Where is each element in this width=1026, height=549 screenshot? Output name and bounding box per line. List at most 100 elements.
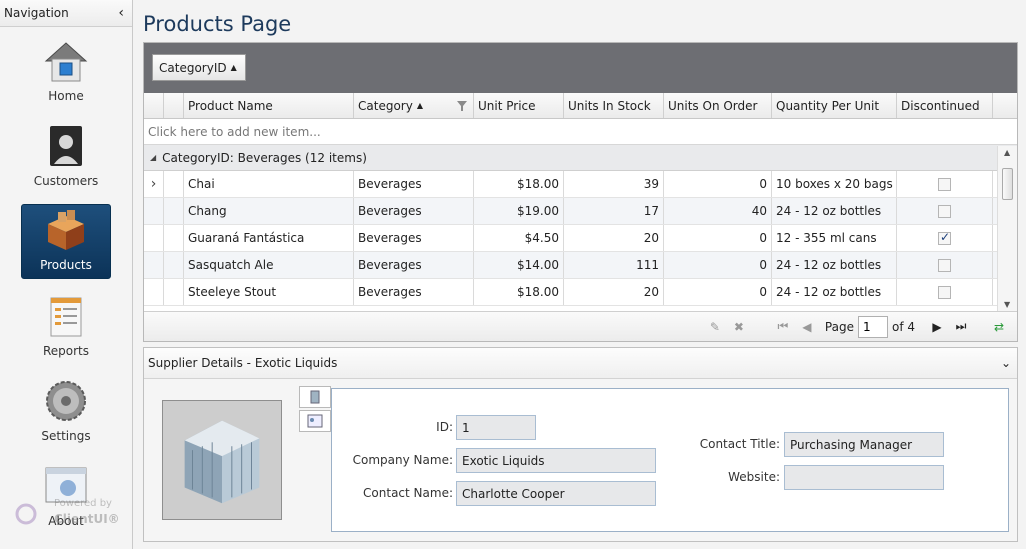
- cell-unit-price[interactable]: $19.00: [474, 198, 564, 224]
- first-page-icon[interactable]: ⏮: [771, 319, 795, 334]
- vertical-scrollbar[interactable]: ▲ ▼: [997, 146, 1017, 311]
- row-indicator: [144, 198, 164, 224]
- scroll-down-icon[interactable]: ▼: [1004, 300, 1010, 309]
- column-header-discontinued[interactable]: Discontinued: [897, 93, 993, 118]
- cell-quantity-per-unit[interactable]: 24 - 12 oz bottles: [772, 279, 897, 305]
- nav-item-label: Products: [40, 258, 92, 272]
- page-number-input[interactable]: [857, 315, 888, 338]
- cell-units-in-stock[interactable]: 39: [564, 171, 664, 197]
- settings-icon: [46, 381, 86, 421]
- id-field[interactable]: 1: [456, 415, 536, 440]
- cell-unit-price[interactable]: $4.50: [474, 225, 564, 251]
- nav-item-settings[interactable]: Settings: [21, 374, 111, 449]
- tab-building-info[interactable]: [299, 386, 331, 408]
- chevron-down-icon[interactable]: ⌄: [1001, 356, 1011, 370]
- contact-name-field[interactable]: Charlotte Cooper: [456, 481, 656, 506]
- cell-unit-price[interactable]: $18.00: [474, 279, 564, 305]
- cell-product-name[interactable]: Guaraná Fantástica: [184, 225, 354, 251]
- refresh-icon[interactable]: ⇄: [987, 320, 1011, 334]
- discontinued-checkbox[interactable]: [938, 204, 951, 218]
- column-header-product-name[interactable]: Product Name: [184, 93, 354, 118]
- row-expander-cell: [164, 252, 184, 278]
- table-row[interactable]: Steeleye Stout Beverages $18.00 20 0 24 …: [144, 279, 1017, 306]
- tab-contact-card[interactable]: [299, 410, 331, 432]
- contact-title-field[interactable]: Purchasing Manager: [784, 432, 944, 457]
- contact-card-icon: [307, 414, 323, 428]
- table-row[interactable]: Guaraná Fantástica Beverages $4.50 20 0 …: [144, 225, 1017, 252]
- discontinued-checkbox-checked[interactable]: [938, 230, 951, 245]
- cell-units-in-stock[interactable]: 111: [564, 252, 664, 278]
- next-page-icon[interactable]: ▶: [925, 320, 949, 334]
- cell-category[interactable]: Beverages: [354, 198, 474, 224]
- cell-units-on-order[interactable]: 0: [664, 171, 772, 197]
- navigation-title: Navigation: [4, 6, 69, 20]
- cell-category[interactable]: Beverages: [354, 252, 474, 278]
- page-count-label: of 4: [891, 319, 915, 334]
- products-grid: CategoryID ▲ Product Name Category ▲ Uni…: [143, 42, 1018, 342]
- discontinued-checkbox[interactable]: [938, 177, 951, 191]
- column-header-unit-price[interactable]: Unit Price: [474, 93, 564, 118]
- cell-product-name[interactable]: Chang: [184, 198, 354, 224]
- table-row[interactable]: Chang Beverages $19.00 17 40 24 - 12 oz …: [144, 198, 1017, 225]
- cell-category[interactable]: Beverages: [354, 279, 474, 305]
- cell-units-on-order[interactable]: 0: [664, 225, 772, 251]
- website-field[interactable]: [784, 465, 944, 490]
- row-expander-cell: [164, 279, 184, 305]
- add-new-item-label: Click here to add new item...: [148, 124, 321, 139]
- group-row-beverages[interactable]: ◢ CategoryID: Beverages (12 items): [144, 145, 1017, 171]
- cell-units-in-stock[interactable]: 17: [564, 198, 664, 224]
- cell-product-name[interactable]: Steeleye Stout: [184, 279, 354, 305]
- scrollbar-thumb[interactable]: [1002, 168, 1013, 200]
- filter-icon[interactable]: [457, 101, 467, 111]
- cell-category[interactable]: Beverages: [354, 171, 474, 197]
- last-page-icon[interactable]: ⏭: [949, 319, 973, 334]
- group-by-chip[interactable]: CategoryID ▲: [152, 54, 246, 81]
- table-row[interactable]: › Chai Beverages $18.00 39 0 10 boxes x …: [144, 171, 1017, 198]
- cell-quantity-per-unit[interactable]: 12 - 355 ml cans: [772, 225, 897, 251]
- cell-quantity-per-unit[interactable]: 24 - 12 oz bottles: [772, 198, 897, 224]
- supplier-details-title: Supplier Details - Exotic Liquids: [148, 356, 338, 370]
- brand-label: ClientUI®: [54, 512, 120, 526]
- cell-product-name[interactable]: Chai: [184, 171, 354, 197]
- collapse-group-icon[interactable]: ◢: [150, 153, 156, 162]
- label-id: ID:: [436, 420, 453, 434]
- scroll-up-icon[interactable]: ▲: [1004, 148, 1010, 157]
- supplier-details-header[interactable]: Supplier Details - Exotic Liquids ⌄: [144, 348, 1017, 379]
- cell-units-on-order[interactable]: 0: [664, 252, 772, 278]
- nav-item-products[interactable]: Products: [21, 204, 111, 279]
- table-row[interactable]: Sasquatch Ale Beverages $14.00 111 0 24 …: [144, 252, 1017, 279]
- cell-quantity-per-unit[interactable]: 10 boxes x 20 bags: [772, 171, 897, 197]
- discontinued-checkbox[interactable]: [938, 285, 951, 299]
- supplier-details-panel: Supplier Details - Exotic Liquids ⌄ ID: …: [143, 347, 1018, 542]
- customers-icon: [50, 126, 82, 166]
- cell-product-name[interactable]: Sasquatch Ale: [184, 252, 354, 278]
- previous-page-icon[interactable]: ◀: [795, 320, 819, 334]
- nav-item-home[interactable]: Home: [21, 34, 111, 109]
- cell-quantity-per-unit[interactable]: 24 - 12 oz bottles: [772, 252, 897, 278]
- nav-item-label: Customers: [33, 174, 99, 188]
- navigation-header: Navigation ‹: [0, 0, 132, 27]
- cell-units-on-order[interactable]: 0: [664, 279, 772, 305]
- cell-discontinued: [897, 279, 993, 305]
- delete-icon[interactable]: ✖: [727, 320, 751, 334]
- company-name-field[interactable]: Exotic Liquids: [456, 448, 656, 473]
- chevron-left-icon[interactable]: ‹: [118, 5, 124, 21]
- add-new-item-row[interactable]: Click here to add new item...: [144, 119, 1017, 145]
- nav-item-customers[interactable]: Customers: [21, 119, 111, 194]
- nav-item-reports[interactable]: Reports: [21, 289, 111, 364]
- cell-unit-price[interactable]: $14.00: [474, 252, 564, 278]
- discontinued-checkbox[interactable]: [938, 258, 951, 272]
- column-header-label: Category: [358, 98, 413, 113]
- column-header-units-on-order[interactable]: Units On Order: [664, 93, 772, 118]
- column-header-quantity-per-unit[interactable]: Quantity Per Unit: [772, 93, 897, 118]
- cell-discontinued: [897, 171, 993, 197]
- column-header-units-in-stock[interactable]: Units In Stock: [564, 93, 664, 118]
- cell-units-in-stock[interactable]: 20: [564, 279, 664, 305]
- cell-category[interactable]: Beverages: [354, 225, 474, 251]
- cell-units-on-order[interactable]: 40: [664, 198, 772, 224]
- column-header-category[interactable]: Category ▲: [354, 93, 474, 118]
- edit-icon[interactable]: ✎: [703, 320, 727, 334]
- cell-unit-price[interactable]: $18.00: [474, 171, 564, 197]
- cell-units-in-stock[interactable]: 20: [564, 225, 664, 251]
- column-header-label: Units On Order: [668, 98, 758, 113]
